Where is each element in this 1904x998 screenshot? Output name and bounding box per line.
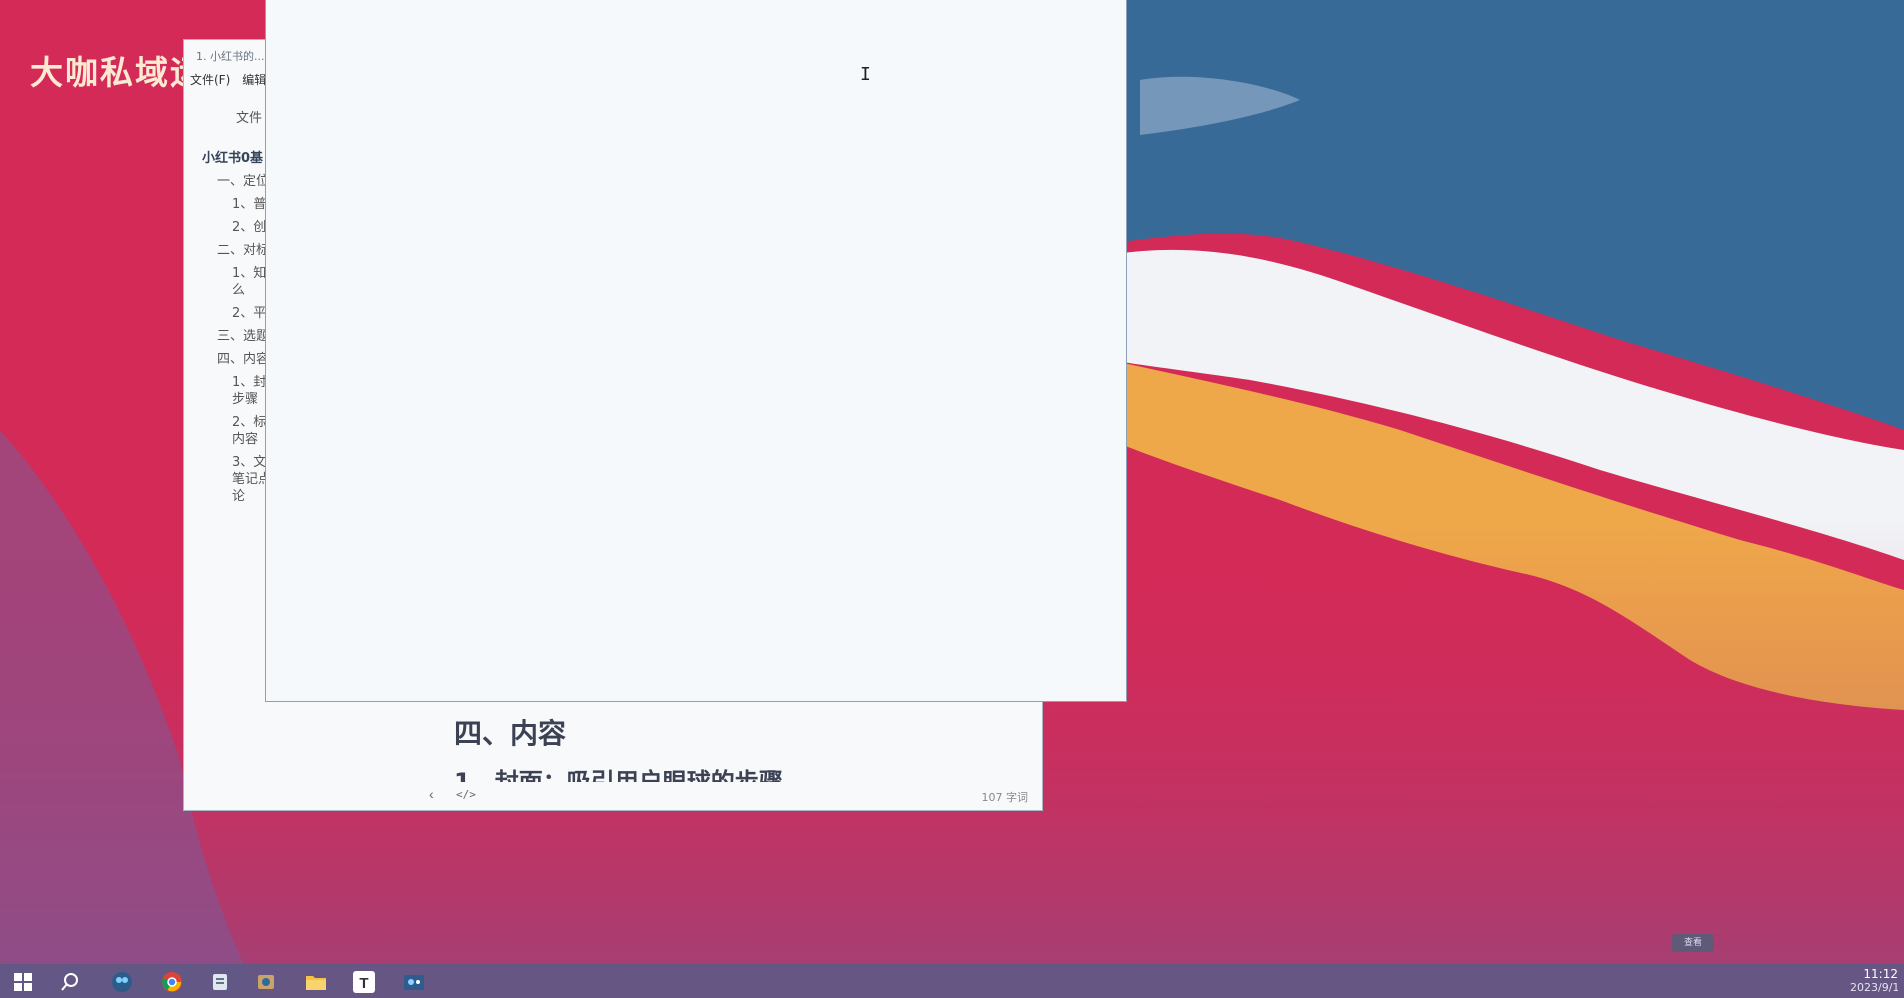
taskbar: T 11:12 2023/9/1 <box>0 964 1904 998</box>
document-subheading: 1、封面：吸引用户眼球的步骤 <box>454 768 783 782</box>
people-app-icon[interactable] <box>111 971 133 993</box>
search-icon[interactable] <box>59 971 81 993</box>
video-overlay-title: 大咖私域运 <box>30 53 205 92</box>
menu-file[interactable]: 文件(F) <box>190 71 230 88</box>
sidebar-tab-files[interactable]: 文件 <box>236 107 262 126</box>
windows-start-icon[interactable] <box>12 971 34 993</box>
blank-window[interactable]: I <box>265 0 1127 702</box>
chrome-icon[interactable] <box>161 971 183 993</box>
app-icon[interactable] <box>255 971 277 993</box>
notification-badge[interactable]: 查看 <box>1672 934 1714 952</box>
menu-edit[interactable]: 编辑 <box>242 71 266 88</box>
document-heading: 四、内容 <box>454 717 567 750</box>
clock-date: 2023/9/1 <box>1850 981 1898 994</box>
notes-icon[interactable] <box>209 971 231 993</box>
window-title: 1. 小红书的... <box>196 50 265 63</box>
menu-bar: 文件(F) 编辑 <box>190 71 266 88</box>
text-cursor-icon: I <box>860 64 871 85</box>
game-icon[interactable] <box>403 971 425 993</box>
system-clock[interactable]: 11:12 2023/9/1 <box>1850 967 1898 995</box>
file-explorer-icon[interactable] <box>305 971 327 993</box>
clock-time: 11:12 <box>1863 967 1898 981</box>
word-count[interactable]: 107 字词 <box>982 789 1029 805</box>
svg-text:T: T <box>359 975 368 992</box>
status-bar: ‹ </> 107 字词 <box>184 782 1042 810</box>
source-code-icon[interactable]: </> <box>456 788 476 801</box>
chevron-left-icon[interactable]: ‹ <box>429 786 434 802</box>
typora-icon[interactable]: T <box>353 971 375 993</box>
